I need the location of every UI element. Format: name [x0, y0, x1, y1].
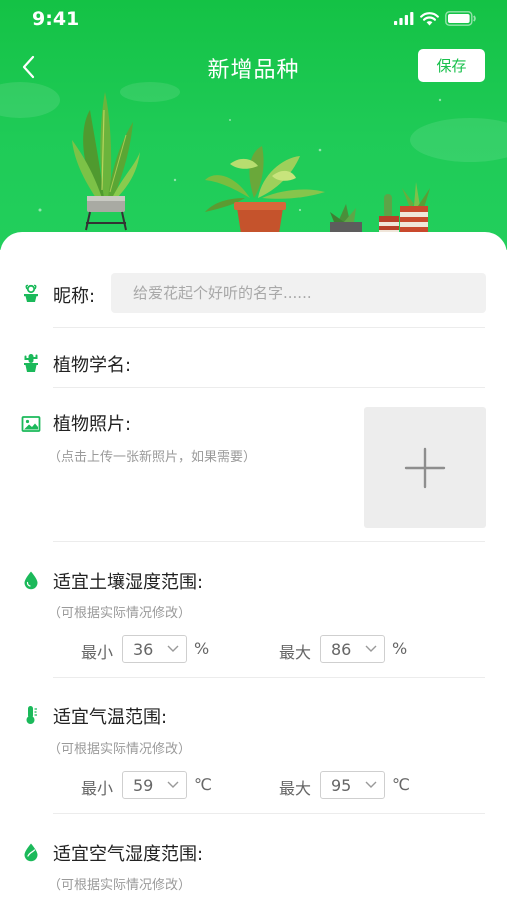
air-humidity-hint: （可根据实际情况修改） — [48, 878, 192, 893]
status-icons — [394, 11, 477, 26]
nickname-label: 昵称: — [53, 286, 96, 307]
nickname-row: 昵称: — [0, 232, 507, 328]
unit-label: ℃ — [392, 775, 410, 794]
flower-pot-icon — [24, 284, 38, 302]
temperature-min-select[interactable]: 59 — [122, 771, 187, 799]
chevron-down-icon — [365, 645, 377, 652]
soil-humidity-row: 适宜土壤湿度范围: （可根据实际情况修改） 最小 36 % 最大 86 % — [0, 542, 507, 678]
max-label: 最大 — [279, 779, 312, 798]
nickname-input[interactable] — [111, 273, 486, 313]
potted-plant-icon — [205, 146, 325, 240]
select-value: 36 — [133, 640, 154, 659]
select-value: 59 — [133, 776, 154, 795]
photo-hint: （点击上传一张新照片，如果需要） — [48, 450, 257, 465]
select-value: 86 — [331, 640, 352, 659]
form-card: 昵称: 植物学名: 植物照片: （点击上传一张新照片，如果需要） — [0, 232, 507, 900]
unit-label: % — [392, 639, 408, 658]
unit-label: ℃ — [194, 775, 212, 794]
save-button[interactable]: 保存 — [418, 49, 485, 82]
min-label: 最小 — [81, 779, 114, 798]
wifi-icon — [420, 11, 439, 25]
soil-humidity-label: 适宜土壤湿度范围: — [53, 572, 204, 593]
temperature-label: 适宜气温范围: — [53, 707, 168, 728]
header: 9:41 新增品种 保存 — [0, 0, 507, 250]
select-value: 95 — [331, 776, 352, 795]
soil-humidity-max-select[interactable]: 86 — [320, 635, 385, 663]
scientific-name-row[interactable]: 植物学名: — [0, 328, 507, 388]
signal-icon — [394, 12, 414, 25]
photo-label: 植物照片: — [53, 414, 132, 435]
chevron-down-icon — [167, 781, 179, 788]
status-bar: 9:41 — [0, 0, 507, 36]
scientific-name-label: 植物学名: — [53, 355, 132, 376]
temperature-row: 适宜气温范围: （可根据实际情况修改） 最小 59 ℃ 最大 95 ℃ — [0, 678, 507, 814]
min-label: 最小 — [81, 643, 114, 662]
max-label: 最大 — [279, 643, 312, 662]
cactus-pot-icon — [24, 354, 38, 372]
battery-icon — [445, 11, 476, 26]
thermometer-icon — [26, 706, 37, 724]
humidity-icon — [24, 843, 38, 862]
chevron-down-icon — [167, 645, 179, 652]
temperature-range: 最小 59 ℃ 最大 95 ℃ — [0, 771, 507, 799]
water-drop-icon — [24, 571, 38, 590]
temperature-hint: （可根据实际情况修改） — [48, 742, 192, 757]
unit-label: % — [194, 639, 210, 658]
temperature-max-select[interactable]: 95 — [320, 771, 385, 799]
photo-upload-button[interactable] — [364, 407, 486, 528]
plants-illustration — [0, 82, 507, 240]
soil-humidity-hint: （可根据实际情况修改） — [48, 606, 192, 621]
chevron-down-icon — [365, 781, 377, 788]
image-icon — [21, 416, 41, 432]
plus-icon — [404, 447, 446, 489]
soil-humidity-range: 最小 36 % 最大 86 % — [0, 635, 507, 663]
soil-humidity-min-select[interactable]: 36 — [122, 635, 187, 663]
air-humidity-label: 适宜空气湿度范围: — [53, 844, 204, 865]
air-humidity-row: 适宜空气湿度范围: （可根据实际情况修改） — [0, 814, 507, 900]
status-time: 9:41 — [32, 8, 80, 30]
snake-plant-icon — [72, 92, 140, 231]
